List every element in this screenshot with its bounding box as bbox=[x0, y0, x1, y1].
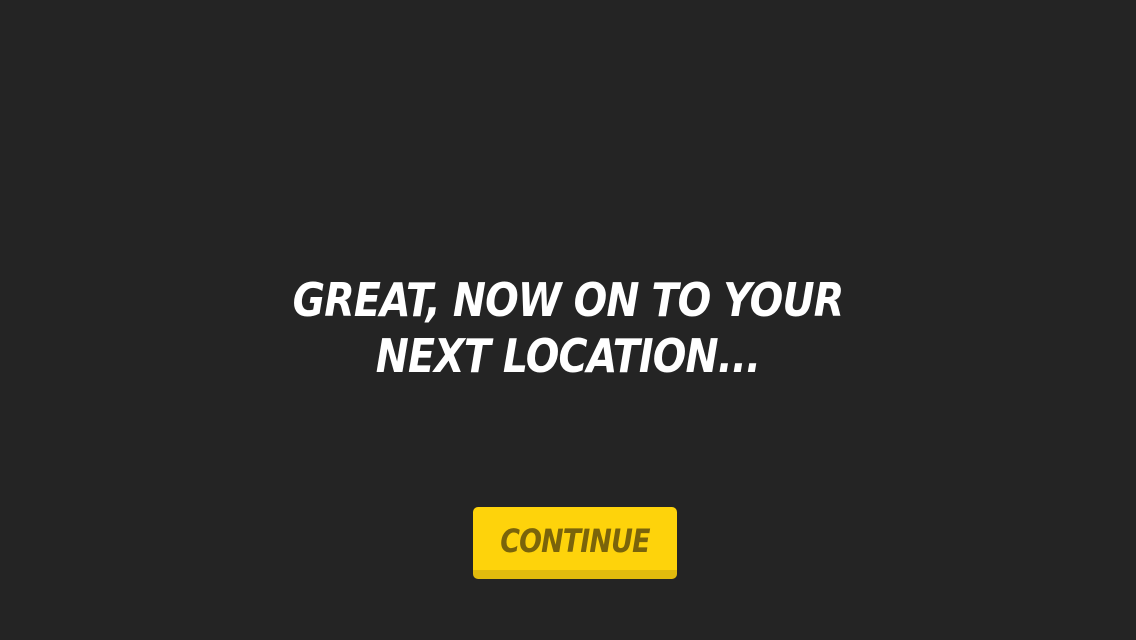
transition-screen: GREAT, NOW ON TO YOUR NEXT LOCATION... C… bbox=[0, 0, 1136, 640]
continue-button-label: CONTINUE bbox=[500, 521, 650, 560]
message-line-1: GREAT, NOW ON TO YOUR bbox=[292, 273, 845, 327]
message-line-2: NEXT LOCATION... bbox=[375, 329, 761, 383]
progress-message: GREAT, NOW ON TO YOUR NEXT LOCATION... bbox=[80, 272, 1057, 384]
continue-button[interactable]: CONTINUE bbox=[473, 507, 677, 579]
